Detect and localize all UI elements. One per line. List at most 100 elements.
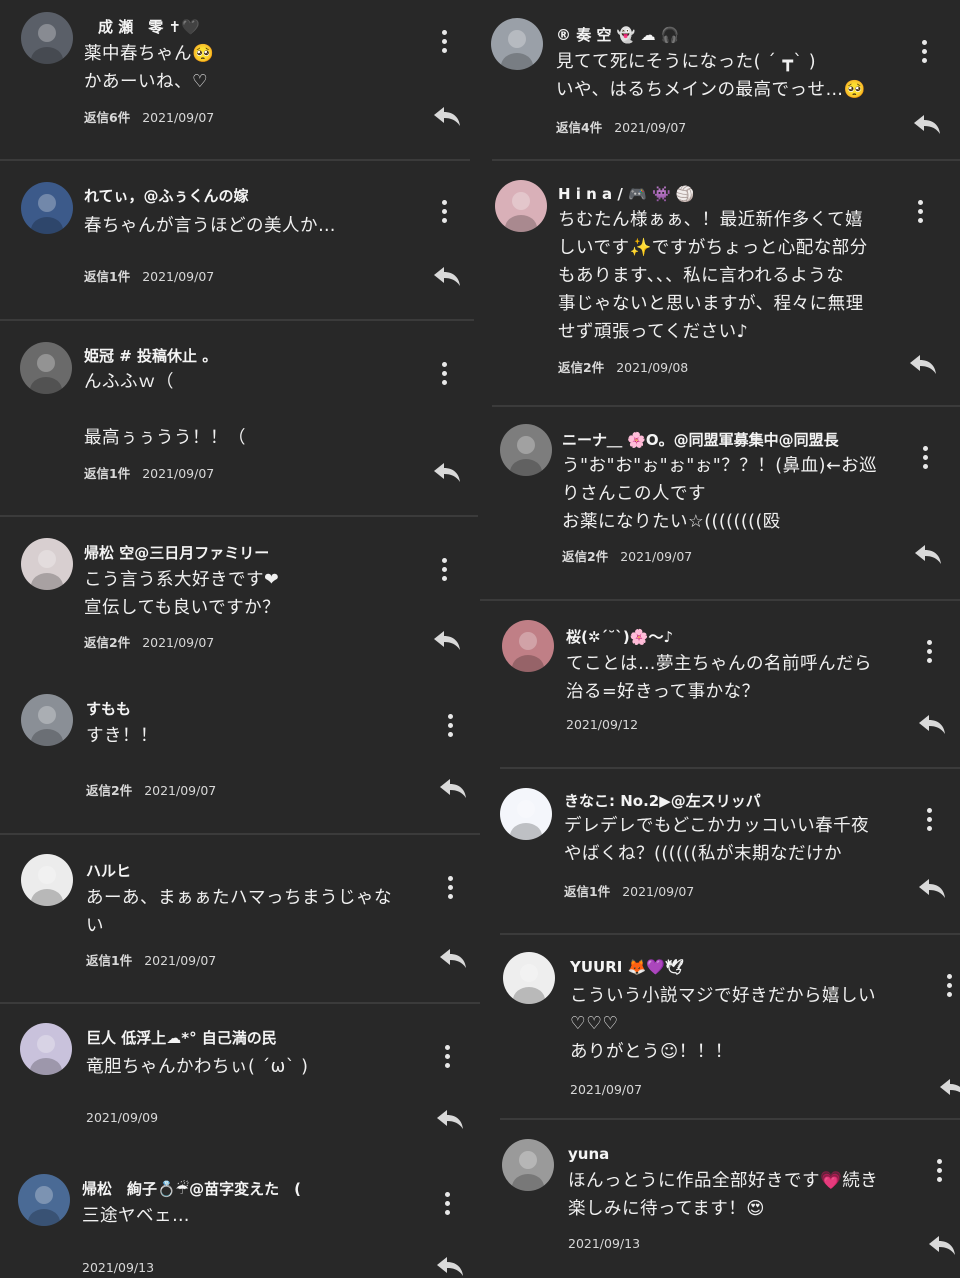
comment-text: 見てて死にそうになった( ´ ┳` ) いや、はるちメインの最高でっせ…🥺 bbox=[556, 52, 866, 100]
reply-arrow-icon[interactable] bbox=[917, 876, 947, 900]
more-vertical-icon[interactable] bbox=[945, 974, 953, 1000]
username[interactable]: 帰松 絢子💍☔@苗字変えた ( bbox=[82, 1178, 301, 1199]
username[interactable]: 成 瀬 零 ✝🖤 bbox=[98, 16, 200, 37]
reply-arrow-icon[interactable] bbox=[913, 542, 943, 566]
divider bbox=[492, 405, 960, 407]
replies-count[interactable]: 返信2件 bbox=[558, 360, 604, 375]
more-vertical-icon[interactable] bbox=[916, 200, 924, 226]
comment-meta: 返信2件 2021/09/07 bbox=[86, 780, 216, 799]
comment-text: てことは…夢主ちゃんの名前呼んだら 治る=好きって事かな？ bbox=[566, 654, 872, 702]
reply-arrow-icon[interactable] bbox=[438, 946, 468, 970]
comment-date: 2021/09/07 bbox=[142, 635, 215, 650]
divider bbox=[480, 599, 960, 601]
divider bbox=[500, 1118, 960, 1120]
username[interactable]: 桜(✲´˘`)🌸〜♪ bbox=[566, 626, 673, 647]
comment-text: すき！！ bbox=[86, 726, 158, 746]
reply-arrow-icon[interactable] bbox=[432, 264, 462, 288]
more-vertical-icon[interactable] bbox=[440, 30, 448, 56]
username[interactable]: 姫冠 # 投稿休止 。 bbox=[84, 345, 217, 366]
comment-text: 竜胆ちゃんかわちぃ( ´ω` ) bbox=[86, 1057, 309, 1077]
replies-count[interactable]: 返信2件 bbox=[562, 549, 608, 564]
avatar[interactable] bbox=[500, 424, 552, 476]
comment-meta: 返信4件 2021/09/07 bbox=[556, 117, 686, 136]
more-vertical-icon[interactable] bbox=[935, 1159, 943, 1185]
username[interactable]: れてぃ，@ふぅくんの嫁 bbox=[84, 185, 249, 206]
avatar[interactable] bbox=[503, 952, 555, 1004]
divider bbox=[0, 319, 474, 321]
comment-text: こう言う系大好きです❤︎ 宣伝しても良いですか？ bbox=[84, 570, 281, 618]
avatar[interactable] bbox=[21, 694, 73, 746]
reply-arrow-icon[interactable] bbox=[917, 712, 947, 736]
replies-count[interactable]: 返信2件 bbox=[84, 635, 130, 650]
comment-meta: 2021/09/07 bbox=[570, 1082, 642, 1097]
reply-arrow-icon[interactable] bbox=[908, 352, 938, 376]
replies-count[interactable]: 返信1件 bbox=[564, 884, 610, 899]
left-comment-column: 成 瀬 零 ✝🖤 薬中春ちゃん🥺 かあーいね、♡ 返信6件 2021/09/07 れてぃ… bbox=[0, 0, 480, 1278]
avatar[interactable] bbox=[20, 1023, 72, 1075]
avatar[interactable] bbox=[502, 1139, 554, 1191]
replies-count[interactable]: 返信1件 bbox=[84, 466, 130, 481]
replies-count[interactable]: 返信2件 bbox=[86, 783, 132, 798]
replies-count[interactable]: 返信1件 bbox=[86, 953, 132, 968]
comment-date: 2021/09/12 bbox=[566, 717, 639, 732]
reply-arrow-icon[interactable] bbox=[912, 112, 942, 136]
more-vertical-icon[interactable] bbox=[446, 714, 454, 740]
replies-count[interactable]: 返信1件 bbox=[84, 269, 130, 284]
reply-arrow-icon[interactable] bbox=[927, 1233, 957, 1257]
username[interactable]: YUURI 🦊💜🕊 bbox=[570, 958, 684, 976]
username[interactable]: ハルヒ bbox=[86, 860, 131, 881]
more-vertical-icon[interactable] bbox=[440, 558, 448, 584]
comment-text: こういう小説マジで好きだから嬉しい ♡♡♡ ありがとう☺！！！ bbox=[570, 986, 876, 1062]
comment-date: 2021/09/07 bbox=[142, 110, 215, 125]
username[interactable]: すもも bbox=[86, 698, 131, 719]
avatar[interactable] bbox=[495, 180, 547, 232]
reply-arrow-icon[interactable] bbox=[432, 460, 462, 484]
divider bbox=[0, 1002, 480, 1004]
comment-date: 2021/09/07 bbox=[144, 783, 217, 798]
avatar[interactable] bbox=[502, 620, 554, 672]
avatar[interactable] bbox=[18, 1174, 70, 1226]
reply-arrow-icon[interactable] bbox=[435, 1107, 465, 1131]
username[interactable]: yuna bbox=[568, 1145, 609, 1163]
avatar[interactable] bbox=[500, 788, 552, 840]
reply-arrow-icon[interactable] bbox=[435, 1254, 465, 1278]
avatar[interactable] bbox=[21, 12, 73, 64]
avatar[interactable] bbox=[21, 854, 73, 906]
comment-meta: 返信1件 2021/09/07 bbox=[86, 950, 216, 969]
username[interactable]: 帰松 空@三日月ファミリー bbox=[84, 542, 269, 563]
username[interactable]: ニーナ＿ 🌸O。@同盟軍募集中@同盟長 bbox=[562, 429, 839, 450]
username[interactable]: ® 奏 空 👻 ☁ 🎧 bbox=[556, 24, 679, 45]
more-vertical-icon[interactable] bbox=[920, 40, 928, 66]
more-vertical-icon[interactable] bbox=[443, 1192, 451, 1218]
replies-count[interactable]: 返信4件 bbox=[556, 120, 602, 135]
comment-meta: 返信1件 2021/09/07 bbox=[84, 463, 214, 482]
comment-text: んふふｗ（ 最高ぅぅうう！！（ bbox=[84, 372, 246, 448]
comment-date: 2021/09/07 bbox=[620, 549, 693, 564]
divider bbox=[0, 515, 478, 517]
comment-meta: 返信1件 2021/09/07 bbox=[564, 881, 694, 900]
username[interactable]: H i n a / 🎮 👾 🏐 bbox=[558, 185, 695, 203]
comment-meta: 返信6件 2021/09/07 bbox=[84, 107, 214, 126]
divider bbox=[500, 767, 960, 769]
avatar[interactable] bbox=[20, 342, 72, 394]
replies-count[interactable]: 返信6件 bbox=[84, 110, 130, 125]
more-vertical-icon[interactable] bbox=[446, 876, 454, 902]
username[interactable]: きなこ: No.2▶@左スリッパ bbox=[564, 790, 761, 811]
reply-arrow-icon[interactable] bbox=[432, 628, 462, 652]
reply-arrow-icon[interactable] bbox=[438, 776, 468, 800]
divider bbox=[0, 833, 480, 835]
avatar[interactable] bbox=[21, 182, 73, 234]
more-vertical-icon[interactable] bbox=[921, 446, 929, 472]
more-vertical-icon[interactable] bbox=[925, 640, 933, 666]
reply-arrow-icon[interactable] bbox=[432, 104, 462, 128]
comment-meta: 返信2件 2021/09/07 bbox=[84, 632, 214, 651]
more-vertical-icon[interactable] bbox=[440, 200, 448, 226]
username[interactable]: 巨人 低浮上☁*° 自己満の民 bbox=[86, 1027, 277, 1048]
avatar[interactable] bbox=[21, 538, 73, 590]
comment-text: デレデレでもどこかカッコいい春千夜 やばくね？((((((私が末期なだけか bbox=[564, 816, 870, 864]
avatar[interactable] bbox=[491, 18, 543, 70]
more-vertical-icon[interactable] bbox=[440, 362, 448, 388]
reply-arrow-icon[interactable] bbox=[938, 1076, 960, 1100]
more-vertical-icon[interactable] bbox=[925, 808, 933, 834]
more-vertical-icon[interactable] bbox=[443, 1045, 451, 1071]
